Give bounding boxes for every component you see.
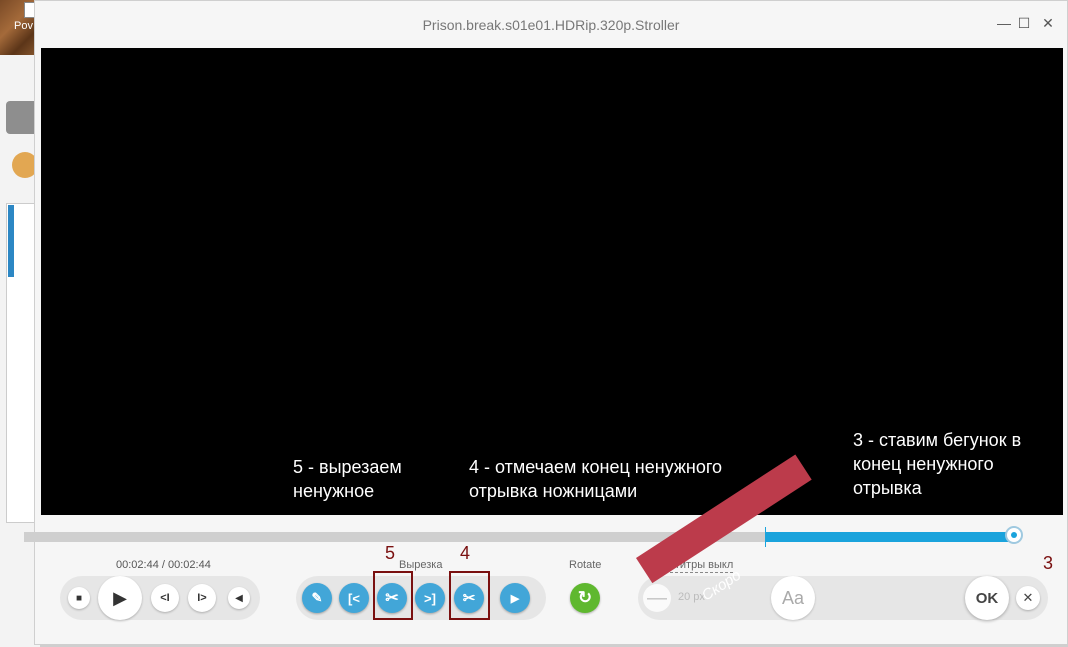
volume-icon: ◀ [235, 592, 243, 604]
rotate-label: Rotate [569, 559, 602, 571]
minimize-button[interactable]: — [994, 15, 1014, 31]
volume-button[interactable]: ◀ [228, 587, 250, 609]
rotate-icon: ↻ [577, 588, 593, 607]
subtitle-size-decrease-button: — [643, 584, 671, 612]
next-frame-button[interactable]: I> [188, 584, 216, 612]
rotate-button[interactable]: ↻ [570, 583, 600, 613]
play-icon: ▶ [113, 587, 127, 608]
ok-button[interactable]: OK [965, 576, 1009, 620]
preview-button[interactable]: ▶ [500, 583, 530, 613]
timeline-selection-marker [764, 527, 766, 547]
background-selection-strip [8, 205, 14, 277]
annotation-label-5: 5 [385, 543, 396, 563]
timeline-track[interactable] [24, 526, 1023, 547]
cut-group-label: Вырезка [399, 559, 443, 571]
ok-label: OK [975, 589, 999, 607]
go-to-start-icon: [< [348, 590, 360, 606]
annotation-label-3: 3 [1043, 553, 1054, 573]
go-to-start-button[interactable]: [< [339, 583, 369, 613]
annotation-step5: 5 - вырезаем ненужное [293, 457, 402, 501]
font-icon: Aa [781, 587, 805, 608]
mark-start-button[interactable]: ✎ [302, 583, 332, 613]
close-editor-button[interactable]: ✕ [1016, 586, 1040, 610]
play-button[interactable]: ▶ [98, 576, 142, 620]
next-frame-icon: I> [197, 592, 207, 604]
window-close-button[interactable]: ✕ [1038, 15, 1058, 32]
stop-button[interactable]: ■ [68, 587, 90, 609]
minus-icon: — [647, 586, 667, 609]
close-icon: ✕ [1022, 590, 1034, 605]
timeline-selection [764, 532, 1014, 542]
title-bar: Prison.break.s01e01.HDRip.320p.Stroller … [35, 1, 1067, 48]
film-preview-icon: ▶ [510, 592, 520, 605]
timeline-slider-handle[interactable] [1005, 526, 1023, 544]
previous-frame-button[interactable]: <I [151, 584, 179, 612]
time-display: 00:02:44 / 00:02:44 [116, 559, 211, 571]
go-to-end-button[interactable]: >] [415, 583, 445, 613]
player-window: Prison.break.s01e01.HDRip.320p.Stroller … [34, 0, 1068, 645]
stop-icon: ■ [75, 592, 83, 604]
annotation-step3: 3 - ставим бегунок в конец ненужного отр… [853, 430, 1022, 498]
annotation-label-4: 4 [460, 543, 471, 563]
desktop-icon-label: Pov [14, 20, 33, 32]
window-title: Prison.break.s01e01.HDRip.320p.Stroller [422, 17, 680, 33]
go-to-end-icon: >] [424, 590, 436, 606]
highlight-mark-end-button [449, 571, 490, 620]
maximize-button[interactable]: ☐ [1014, 15, 1034, 32]
highlight-cut-button [373, 571, 413, 620]
previous-frame-icon: <I [160, 592, 170, 604]
subtitle-font-button: Aa [771, 576, 815, 620]
mark-start-icon: ✎ [311, 590, 323, 605]
